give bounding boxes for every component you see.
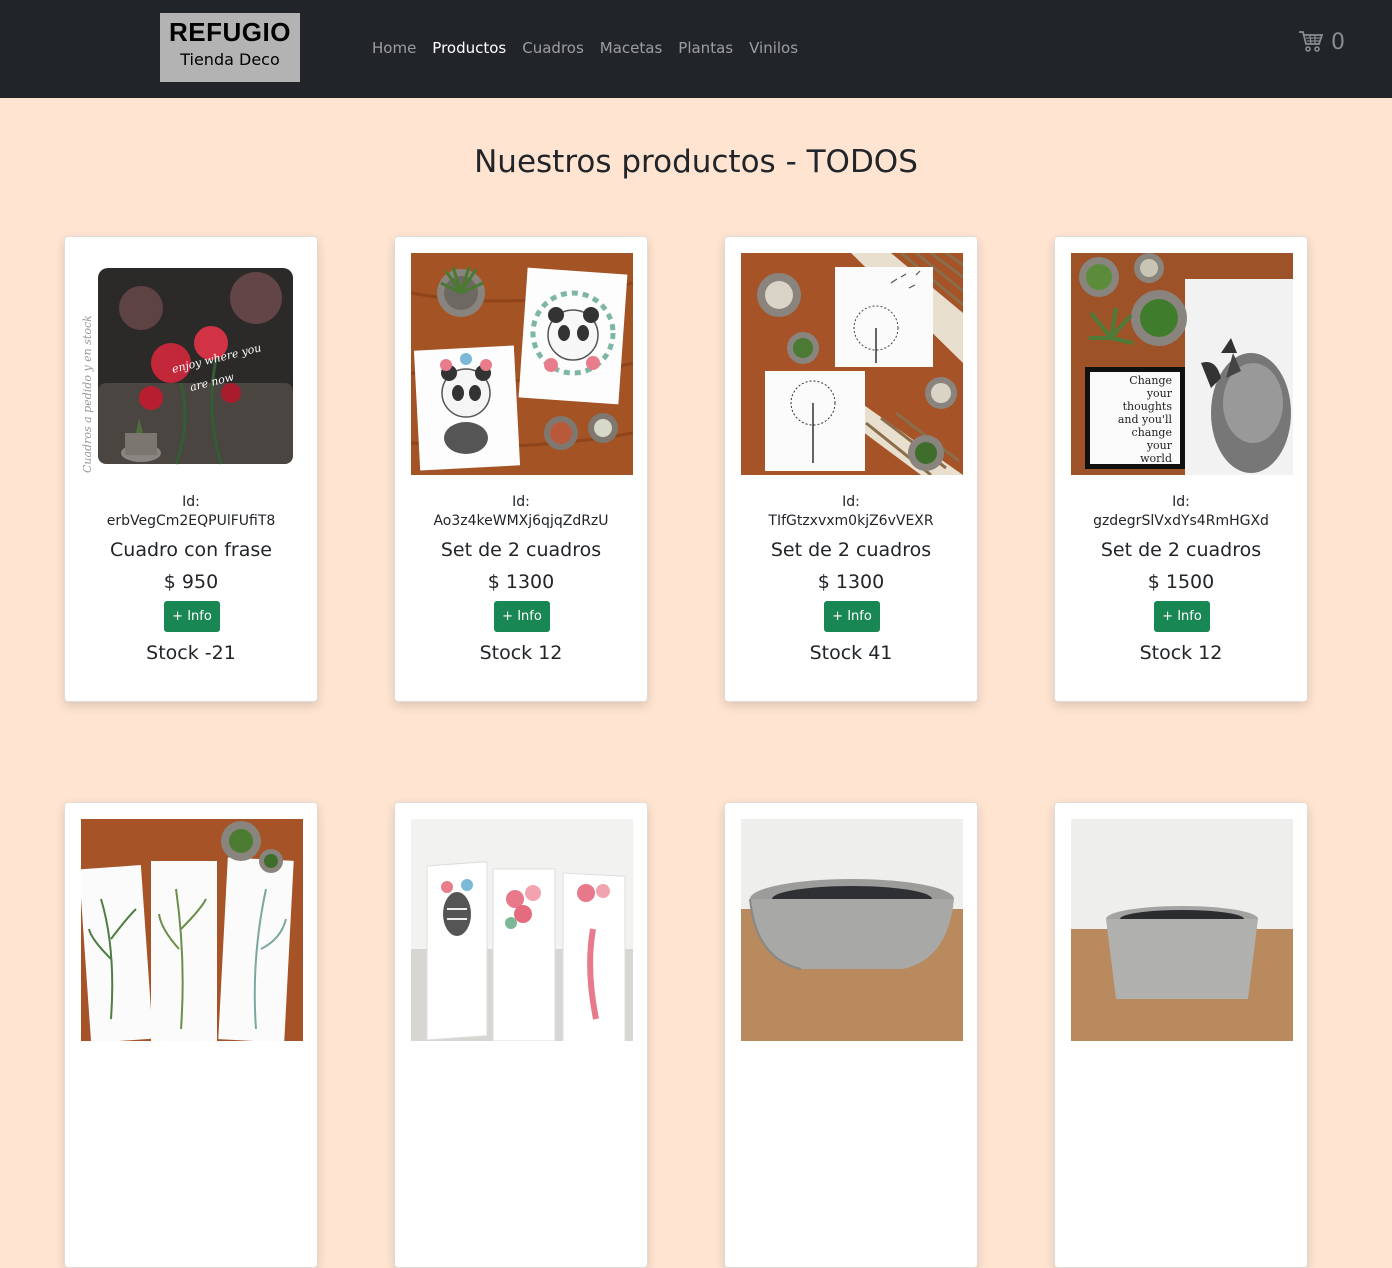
quote-line: Change [1129, 374, 1172, 387]
nav-link-cuadros[interactable]: Cuadros [514, 38, 592, 58]
product-card [64, 802, 318, 1268]
info-button[interactable]: + Info [164, 601, 220, 632]
nav-link-plantas[interactable]: Plantas [670, 38, 741, 58]
product-name: Set de 2 cuadros [770, 539, 932, 561]
product-id-label: Id: [512, 494, 530, 510]
brand-logo[interactable]: REFUGIO Tienda Deco [160, 13, 300, 82]
page-title: Nuestros productos - TODOS [474, 144, 918, 180]
product-name: Set de 2 cuadros [440, 539, 602, 561]
product-id-label: Id: [842, 494, 860, 510]
product-card: Change your thoughts and you'll change y… [1054, 236, 1308, 702]
product-id-label: Id: [182, 494, 200, 510]
cart-count: 0 [1331, 30, 1345, 55]
product-name: Set de 2 cuadros [1100, 539, 1262, 561]
cart-icon[interactable] [1298, 29, 1324, 57]
product-stock: Stock -21 [146, 642, 236, 664]
product-card: Id: Ao3z4keWMXj6qjqZdRzU Set de 2 cuadro… [394, 236, 648, 702]
info-button[interactable]: + Info [1154, 601, 1210, 632]
info-button[interactable]: + Info [824, 601, 880, 632]
product-stock: Stock 12 [1139, 642, 1223, 664]
product-card: enjoy where you are now Cuadros a pedido… [64, 236, 318, 702]
product-image[interactable] [741, 253, 963, 475]
product-price: $ 950 [163, 571, 219, 593]
image-caption: Cuadros a pedido y en stock [81, 315, 94, 473]
product-image[interactable] [741, 819, 963, 1041]
navbar: REFUGIO Tienda Deco Home Productos Cuadr… [0, 0, 1392, 98]
logo-title: REFUGIO [169, 17, 291, 47]
product-image[interactable] [81, 819, 303, 1041]
product-id: TIfGtzxvxm0kjZ6vVEXR [768, 513, 934, 529]
product-card [1054, 802, 1308, 1268]
product-id-label: Id: [1172, 494, 1190, 510]
nav-link-macetas[interactable]: Macetas [592, 38, 671, 58]
product-price: $ 1300 [817, 571, 885, 593]
product-name: Cuadro con frase [110, 539, 272, 561]
nav-links: Home Productos Cuadros Macetas Plantas V… [364, 38, 806, 58]
info-button[interactable]: + Info [494, 601, 550, 632]
logo-subtitle: Tienda Deco [180, 50, 280, 69]
product-card [724, 802, 978, 1268]
quote-line: thoughts [1123, 400, 1173, 413]
nav-link-home[interactable]: Home [364, 38, 424, 58]
product-id: gzdegrSlVxdYs4RmHGXd [1093, 513, 1269, 529]
product-image[interactable] [411, 253, 633, 475]
nav-link-vinilos[interactable]: Vinilos [741, 38, 806, 58]
product-card: Id: TIfGtzxvxm0kjZ6vVEXR Set de 2 cuadro… [724, 236, 978, 702]
product-image[interactable] [1071, 819, 1293, 1041]
cart-widget[interactable]: 0 [1298, 29, 1345, 57]
nav-link-productos[interactable]: Productos [424, 38, 514, 58]
product-image[interactable]: enjoy where you are now Cuadros a pedido… [81, 253, 303, 475]
quote-line: change [1132, 426, 1172, 439]
product-stock: Stock 12 [479, 642, 563, 664]
product-image[interactable] [411, 819, 633, 1041]
product-image[interactable]: Change your thoughts and you'll change y… [1071, 253, 1293, 475]
product-price: $ 1300 [487, 571, 555, 593]
product-id: Ao3z4keWMXj6qjqZdRzU [433, 513, 609, 529]
quote-line: your [1146, 387, 1173, 400]
product-stock: Stock 41 [809, 642, 893, 664]
quote-line: your [1146, 439, 1173, 452]
quote-line: world [1140, 452, 1172, 465]
product-id: erbVegCm2EQPUlFUfiT8 [106, 513, 276, 529]
quote-line: and you'll [1118, 413, 1173, 426]
product-card [394, 802, 648, 1268]
product-price: $ 1500 [1147, 571, 1215, 593]
